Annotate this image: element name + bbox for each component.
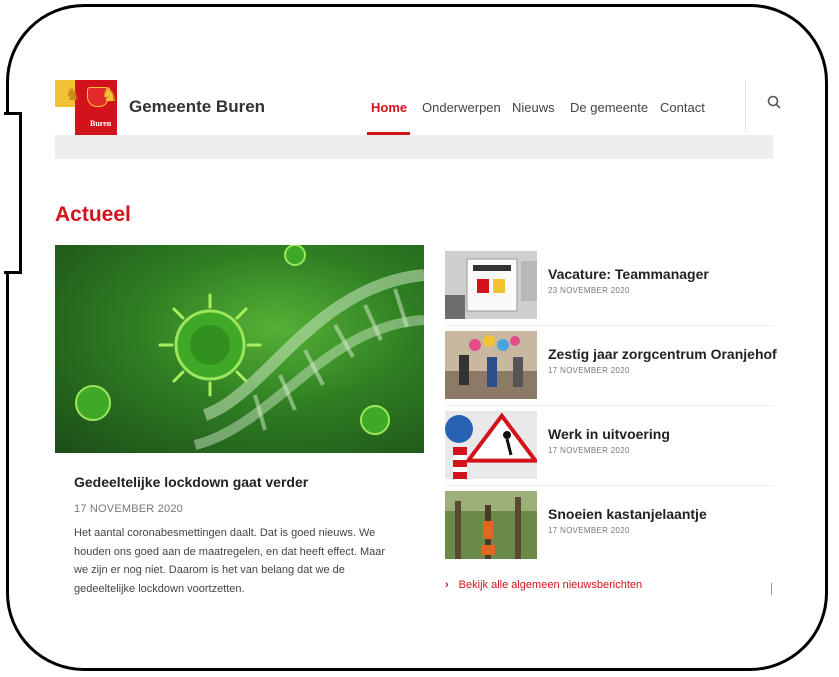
nav-de-gemeente[interactable]: De gemeente — [570, 100, 648, 115]
news-title[interactable]: Werk in uitvoering — [548, 426, 670, 442]
news-date: 17 NOVEMBER 2020 — [548, 526, 630, 535]
news-thumbnail[interactable] — [445, 491, 537, 559]
lion-icon: ♞ — [101, 85, 119, 106]
news-item[interactable]: Werk in uitvoering 17 NOVEMBER 2020 — [445, 411, 773, 479]
news-title[interactable]: Zestig jaar zorgcentrum Oranjehof — [548, 346, 777, 362]
site-header: ♞ ♞ Buren Gemeente Buren Home Onderwerpe… — [55, 80, 781, 136]
all-news-link-label: Bekijk alle algemeen nieuwsberichten — [458, 579, 643, 591]
header-bar — [55, 135, 773, 159]
section-title: Actueel — [55, 203, 131, 226]
logo-text: Buren — [90, 119, 112, 128]
featured-summary: Het aantal coronabesmettingen daalt. Dat… — [74, 527, 386, 595]
featured-image[interactable] — [55, 245, 424, 453]
divider — [445, 485, 773, 486]
news-item[interactable]: Vacature: Teammanager 23 NOVEMBER 2020 — [445, 251, 773, 319]
chevron-right-icon: › — [445, 579, 449, 591]
news-thumbnail[interactable] — [445, 331, 537, 399]
lion-icon: ♞ — [65, 85, 81, 104]
news-item[interactable]: Snoeien kastanjelaantje 17 NOVEMBER 2020 — [445, 491, 773, 559]
nav-onderwerpen[interactable]: Onderwerpen — [422, 100, 501, 115]
nav-contact[interactable]: Contact — [660, 100, 705, 115]
news-date: 17 NOVEMBER 2020 — [548, 366, 630, 375]
news-date: 17 NOVEMBER 2020 — [548, 446, 630, 455]
divider — [445, 405, 773, 406]
news-title[interactable]: Snoeien kastanjelaantje — [548, 506, 707, 522]
nav-nieuws[interactable]: Nieuws — [512, 100, 555, 115]
frame-notch — [4, 112, 22, 274]
divider — [445, 325, 773, 326]
news-thumbnail[interactable] — [445, 251, 537, 319]
news-thumbnail[interactable] — [445, 411, 537, 479]
site-title[interactable]: Gemeente Buren — [129, 97, 265, 117]
featured-date: 17 NOVEMBER 2020 — [74, 503, 183, 515]
search-icon[interactable] — [767, 95, 781, 113]
all-news-link[interactable]: › Bekijk alle algemeen nieuwsberichten — [445, 579, 642, 591]
news-date: 23 NOVEMBER 2020 — [548, 286, 630, 295]
nav-home[interactable]: Home — [371, 100, 407, 115]
news-item[interactable]: Zestig jaar zorgcentrum Oranjehof 17 NOV… — [445, 331, 777, 399]
featured-title[interactable]: Gedeeltelijke lockdown gaat verder — [74, 474, 308, 490]
nav-divider — [745, 80, 746, 132]
news-title[interactable]: Vacature: Teammanager — [548, 266, 709, 282]
scroll-marker — [771, 583, 772, 595]
